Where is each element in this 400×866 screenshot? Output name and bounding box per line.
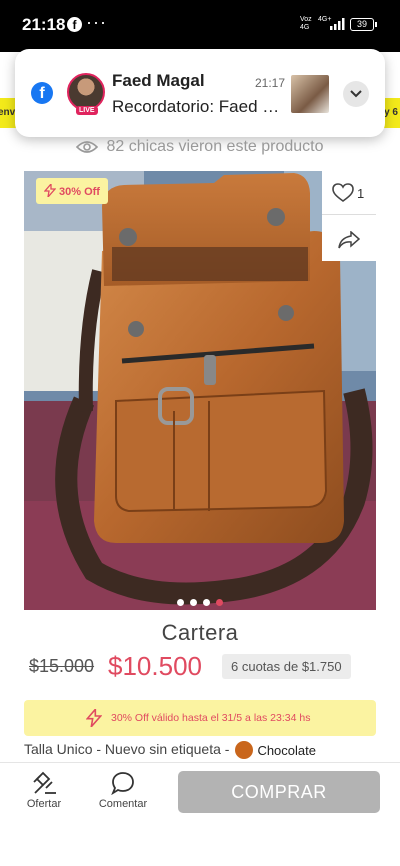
- discount-badge: 30% Off: [36, 178, 108, 204]
- live-badge: LIVE: [76, 106, 98, 115]
- eye-icon: [76, 140, 99, 153]
- offer-banner: 30% Off válido hasta el 31/5 a las 23:34…: [24, 700, 376, 736]
- notification-thumbnail: [291, 75, 329, 113]
- discount-label: 30% Off: [59, 186, 100, 198]
- share-icon: [338, 231, 360, 249]
- bottom-action-bar: Ofertar Comentar COMPRAR: [0, 762, 400, 818]
- carousel-dot[interactable]: [203, 599, 210, 606]
- heart-icon: [332, 183, 354, 202]
- notification-time: 21:17: [255, 76, 286, 90]
- system-navigation-bar: [0, 818, 400, 866]
- bolt-icon: [86, 709, 102, 727]
- like-count: 1: [357, 186, 365, 201]
- share-button[interactable]: [322, 219, 376, 259]
- color-swatch: [235, 741, 254, 760]
- color-name: Chocolate: [257, 742, 316, 758]
- battery-icon: 39: [350, 18, 377, 31]
- carousel-dot-active[interactable]: [216, 599, 223, 606]
- notification-message: Recordatorio: Faed Magal: [112, 97, 282, 116]
- offer-label: Ofertar: [26, 798, 62, 810]
- gavel-icon: [33, 771, 56, 794]
- comment-label: Comentar: [98, 798, 148, 810]
- facebook-status-icon: f: [67, 17, 82, 32]
- like-button[interactable]: 1: [322, 171, 376, 215]
- offer-button[interactable]: Ofertar: [22, 771, 66, 810]
- views-counter: 82 chicas vieron este producto: [0, 138, 400, 156]
- notification-sender: Faed Magal: [112, 71, 205, 90]
- signal-icon: [330, 18, 345, 30]
- product-title: Cartera: [161, 620, 239, 645]
- image-side-actions: 1: [322, 171, 376, 261]
- product-specs: Talla Unico - Nuevo sin etiqueta - Chocol…: [24, 741, 316, 760]
- carousel-indicator: [24, 593, 376, 610]
- product-image-carousel[interactable]: 30% Off 1: [24, 171, 376, 610]
- installments-badge: 6 cuotas de $1.750: [222, 654, 351, 679]
- status-time: 21:18: [22, 15, 66, 34]
- comment-button[interactable]: Comentar: [94, 771, 152, 810]
- promo-text-right: y 6: [384, 107, 398, 118]
- comment-icon: [111, 772, 134, 795]
- network-label-1: Voz 4G: [300, 16, 312, 31]
- chevron-down-icon[interactable]: [343, 81, 369, 107]
- current-price: $10.500: [108, 651, 202, 681]
- carousel-dot[interactable]: [190, 599, 197, 606]
- notification-card[interactable]: f LIVE Faed Magal 21:17 Recordatorio: Fa…: [15, 49, 385, 137]
- bolt-icon: [43, 182, 57, 200]
- status-bar: 21:18 f ··· Voz 4G 4G+ 39: [0, 0, 400, 52]
- views-text: 82 chicas vieron este producto: [106, 138, 324, 155]
- more-notifications-icon: ···: [86, 12, 107, 32]
- buy-button[interactable]: COMPRAR: [178, 771, 380, 813]
- old-price: $15.000: [29, 656, 95, 676]
- carousel-dot[interactable]: [177, 599, 184, 606]
- specs-text: Talla Unico - Nuevo sin etiqueta -: [24, 741, 230, 757]
- offer-text: 30% Off válido hasta el 31/5 a las 23:34…: [111, 712, 311, 724]
- facebook-icon: f: [31, 82, 53, 104]
